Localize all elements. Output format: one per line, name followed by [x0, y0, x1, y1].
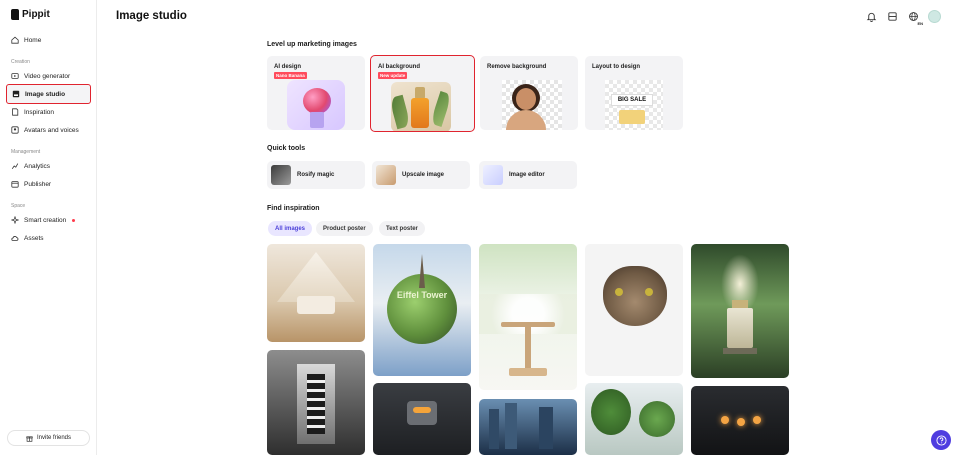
- tool-upscale-image[interactable]: Upscale image: [372, 161, 470, 189]
- inspiration-tile-city[interactable]: [479, 399, 577, 455]
- marketing-heading: Level up marketing images: [267, 41, 357, 48]
- question-icon: [935, 434, 947, 446]
- upscale-thumbnail: [376, 165, 396, 185]
- ai-design-artwork: [287, 80, 345, 130]
- image-editor-thumbnail: [483, 165, 503, 185]
- sidebar: Pippit Home Creation Video generator Ima…: [0, 0, 97, 455]
- inbox-icon[interactable]: [886, 11, 898, 23]
- card-ai-background[interactable]: AI background New update: [370, 55, 475, 132]
- notification-dot: [72, 218, 76, 222]
- app-root: Pippit Home Creation Video generator Ima…: [0, 0, 960, 455]
- inspiration-tile-jewelry[interactable]: [479, 244, 577, 390]
- gift-icon: [26, 435, 33, 442]
- sidebar-item-label: Assets: [24, 234, 44, 242]
- big-sale-text: BIG SALE: [611, 94, 653, 106]
- user-avatar[interactable]: [928, 10, 941, 23]
- sidebar-item-smart-creation[interactable]: Smart creation: [6, 210, 91, 230]
- filter-all-images[interactable]: All images: [268, 221, 313, 236]
- card-badge: New update: [378, 72, 408, 79]
- card-layout-to-design[interactable]: Layout to design BIG SALE: [585, 56, 683, 130]
- sidebar-item-video-generator[interactable]: Video generator: [6, 66, 91, 86]
- pippit-logo-icon: [11, 9, 19, 20]
- card-title: AI background: [378, 64, 421, 70]
- tool-label: Rosify magic: [297, 172, 335, 178]
- tool-label: Image editor: [509, 172, 545, 178]
- language-globe-icon[interactable]: EN: [907, 11, 923, 26]
- layout-to-design-artwork: BIG SALE: [605, 80, 663, 130]
- sidebar-item-label: Image studio: [25, 90, 66, 98]
- sidebar-item-label: Analytics: [24, 162, 51, 170]
- invite-friends-label: Invite friends: [36, 435, 72, 441]
- analytics-icon: [11, 162, 19, 170]
- filter-product-poster[interactable]: Product poster: [316, 221, 373, 236]
- inspiration-tile-globe[interactable]: Eiffel Tower: [373, 244, 471, 376]
- section-label-space: Space: [11, 203, 26, 209]
- inspiration-icon: [11, 108, 19, 116]
- app-logo[interactable]: Pippit: [11, 9, 50, 20]
- eiffel-tower-globe-text: Eiffel Tower: [396, 290, 448, 300]
- card-title: Remove background: [487, 64, 547, 70]
- inspiration-tile-lights[interactable]: [691, 386, 789, 455]
- card-title: Layout to design: [592, 64, 640, 70]
- sidebar-item-inspiration[interactable]: Inspiration: [6, 102, 91, 122]
- inspiration-tile-plants[interactable]: [585, 383, 683, 455]
- sidebar-item-analytics[interactable]: Analytics: [6, 156, 91, 176]
- tool-label: Upscale image: [402, 172, 445, 178]
- app-name: Pippit: [22, 9, 50, 20]
- video-icon: [11, 72, 19, 80]
- sidebar-item-assets[interactable]: Assets: [6, 228, 91, 248]
- card-badge: Nano Banana: [274, 72, 307, 79]
- sparkle-icon: [11, 216, 19, 224]
- section-label-management: Management: [11, 149, 41, 155]
- sidebar-item-label: Inspiration: [24, 108, 54, 116]
- language-code: EN: [917, 20, 923, 26]
- quick-tools-heading: Quick tools: [267, 145, 306, 152]
- sidebar-item-image-studio[interactable]: Image studio: [6, 84, 91, 104]
- header-actions: EN: [865, 10, 941, 26]
- sidebar-item-label: Avatars and voices: [24, 126, 79, 134]
- calendar-icon: [11, 180, 19, 188]
- rosify-thumbnail: [271, 165, 291, 185]
- remove-background-artwork: [502, 80, 562, 130]
- cloud-icon: [11, 234, 19, 242]
- card-remove-background[interactable]: Remove background: [480, 56, 578, 130]
- tool-rosify-magic[interactable]: Rosify magic: [267, 161, 365, 189]
- sidebar-item-avatars-voices[interactable]: Avatars and voices: [6, 120, 91, 140]
- avatar-icon: [11, 126, 19, 134]
- sidebar-item-label: Publisher: [24, 180, 52, 188]
- inspiration-tile-perfume[interactable]: [691, 244, 789, 378]
- sidebar-item-label: Smart creation: [24, 216, 67, 224]
- tool-image-editor[interactable]: Image editor: [479, 161, 577, 189]
- home-icon: [11, 36, 19, 44]
- help-button[interactable]: [931, 430, 951, 450]
- sidebar-item-label: Home: [24, 36, 42, 44]
- invite-friends-button[interactable]: Invite friends: [7, 430, 90, 446]
- inspiration-heading: Find inspiration: [267, 205, 320, 212]
- page-title: Image studio: [116, 10, 187, 22]
- inspiration-tile-robot[interactable]: [373, 383, 471, 455]
- section-label-creation: Creation: [11, 59, 30, 65]
- filter-text-poster[interactable]: Text poster: [379, 221, 425, 236]
- inspiration-tile-cat[interactable]: [585, 244, 683, 376]
- ai-background-artwork: [389, 82, 452, 131]
- notification-bell-icon[interactable]: [865, 11, 877, 23]
- inspiration-tile-tent[interactable]: [267, 244, 365, 342]
- sidebar-item-home[interactable]: Home: [6, 30, 91, 50]
- image-studio-icon: [12, 90, 20, 98]
- sidebar-item-publisher[interactable]: Publisher: [6, 174, 91, 194]
- inspiration-tile-elevator[interactable]: [267, 350, 365, 455]
- card-title: AI design: [274, 64, 302, 70]
- sidebar-item-label: Video generator: [24, 72, 71, 80]
- card-ai-design[interactable]: AI design Nano Banana: [267, 56, 365, 130]
